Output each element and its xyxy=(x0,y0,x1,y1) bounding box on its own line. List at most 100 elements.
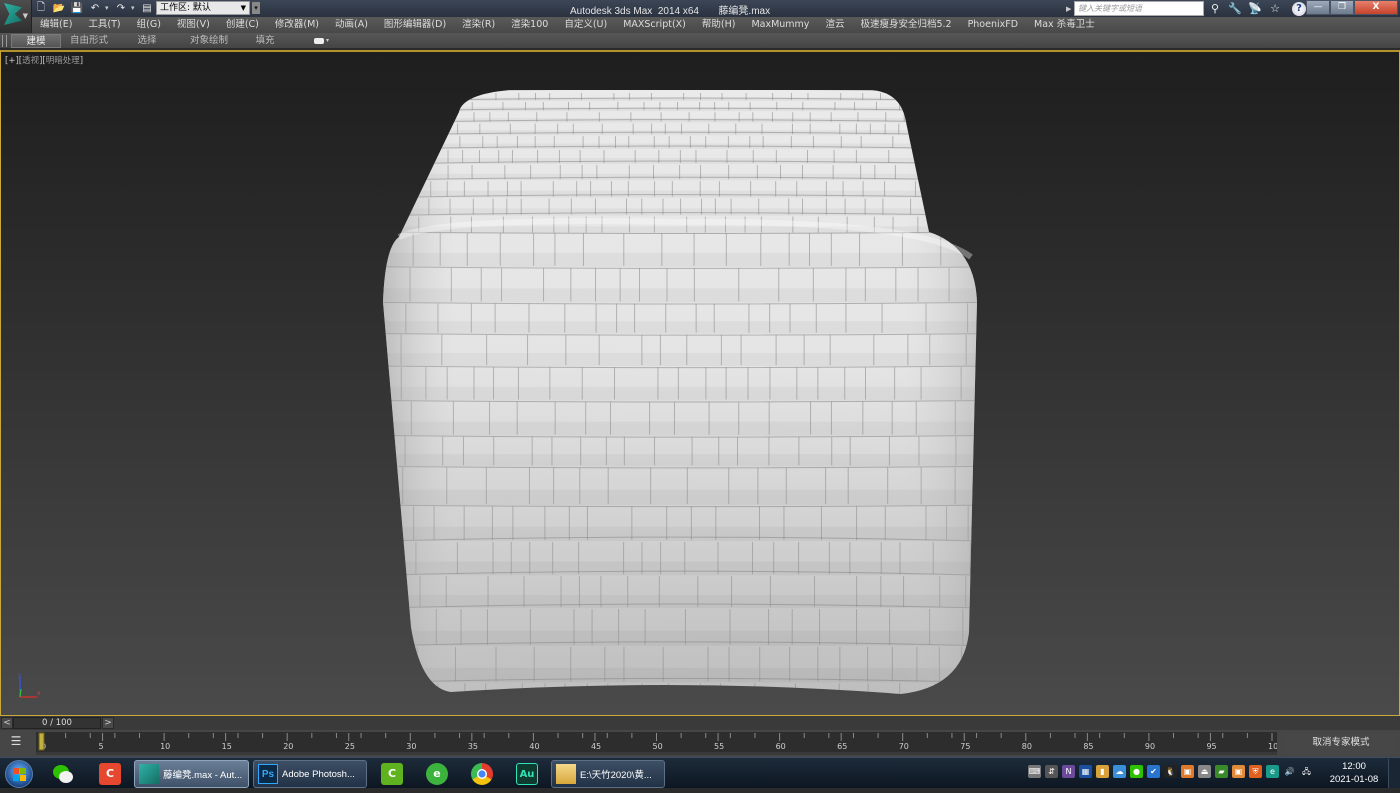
notification-icon[interactable]: ▣ xyxy=(1181,765,1194,778)
mini-curve-editor-toggle-icon[interactable]: ☰ xyxy=(6,734,26,750)
menu-item[interactable]: 渲云 xyxy=(817,17,852,33)
time-slider-next-button[interactable]: > xyxy=(102,717,114,729)
quick-access-toolbar: 🗋 📂 💾 ↶ ▾ ↷ ▾ ▤ xyxy=(33,0,155,16)
undo-dropdown-icon[interactable]: ▾ xyxy=(105,4,111,12)
qq-icon[interactable]: 🐧 xyxy=(1164,765,1177,778)
star-icon[interactable]: ☆ xyxy=(1266,1,1284,16)
media-icon[interactable]: ▣ xyxy=(1232,765,1245,778)
ribbon-tab[interactable]: 对象绘制 xyxy=(177,34,241,48)
timeline-tick-label: 70 xyxy=(899,742,909,751)
task-photoshop[interactable]: Ps Adobe Photosh... xyxy=(253,760,367,788)
exit-expert-mode-button[interactable]: 取消专家模式 xyxy=(1286,732,1396,754)
undo-icon[interactable]: ↶ xyxy=(87,1,103,15)
usb-icon[interactable]: ▮ xyxy=(1096,765,1109,778)
save-icon[interactable]: 💾 xyxy=(69,1,85,15)
menu-item[interactable]: 视图(V) xyxy=(169,17,218,33)
new-file-icon[interactable]: 🗋 xyxy=(33,1,49,15)
workspace-value: 工作区: 默认 xyxy=(160,3,211,13)
workspace-select[interactable]: 工作区: 默认 ▼ xyxy=(156,1,250,15)
camtasia-green-icon[interactable]: C xyxy=(381,763,403,785)
menu-item[interactable]: MaxMummy xyxy=(743,17,817,33)
menu-item[interactable]: 组(G) xyxy=(129,17,169,33)
ribbon-tab[interactable]: 选择 xyxy=(117,34,177,48)
task-explorer[interactable]: E:\天竹2020\黄... xyxy=(551,760,665,788)
ribbon-grip-handle[interactable] xyxy=(2,35,7,47)
woven-stool-model[interactable] xyxy=(381,82,981,694)
satellite-icon[interactable]: 📡 xyxy=(1246,1,1264,16)
menu-item[interactable]: 渲染(R) xyxy=(454,17,503,33)
browser-e-icon[interactable]: e xyxy=(1266,765,1279,778)
taskbar-clock[interactable]: 12:00 2021-01-08 xyxy=(1322,760,1386,786)
baidu-cloud-icon[interactable]: ☁ xyxy=(1113,765,1126,778)
show-desktop-button[interactable] xyxy=(1388,759,1400,788)
perspective-viewport[interactable]: [+][透视][明暗处理] z x xyxy=(0,50,1400,716)
project-folder-icon[interactable]: ▤ xyxy=(139,1,155,15)
network-icon[interactable]: 🖧 xyxy=(1300,765,1313,778)
menu-item[interactable]: 编辑(E) xyxy=(32,17,80,33)
volume-icon[interactable]: 🔊 xyxy=(1283,765,1296,778)
infocenter: ▶ 键入关键字或短语 ⚲ 🔧 📡 ☆ ? ▾ xyxy=(1066,1,1313,16)
menu-item[interactable]: PhoenixFD xyxy=(960,17,1026,33)
ribbon-tab[interactable]: 自由形式 xyxy=(61,34,117,48)
photoshop-app-icon: Ps xyxy=(258,764,278,784)
menu-item[interactable]: Max 杀毒卫士 xyxy=(1026,17,1103,33)
folder-icon xyxy=(556,764,576,784)
nvidia-icon[interactable]: ▰ xyxy=(1215,765,1228,778)
wrench-icon[interactable]: 🔧 xyxy=(1226,1,1244,16)
keyboard-icon[interactable]: ⌨ xyxy=(1028,765,1041,778)
chrome-icon[interactable] xyxy=(471,763,493,785)
binoculars-icon[interactable]: ⚲ xyxy=(1206,1,1224,16)
menu-item[interactable]: 图形编辑器(D) xyxy=(376,17,454,33)
search-input[interactable]: 键入关键字或短语 xyxy=(1074,1,1204,16)
restore-button[interactable]: ❐ xyxy=(1330,0,1354,15)
app-name: Autodesk 3ds Max 2014 x64 xyxy=(570,6,699,17)
menu-item[interactable]: 修改器(M) xyxy=(267,17,327,33)
application-menu-button[interactable]: ▼ xyxy=(0,0,32,33)
menu-item[interactable]: 动画(A) xyxy=(327,17,376,33)
open-folder-icon[interactable]: 📂 xyxy=(51,1,67,15)
viewport-view-menu[interactable]: 透视 xyxy=(22,56,39,66)
ribbon: 建模 自由形式 选择 对象绘制 填充 ▾ xyxy=(0,33,1400,49)
timeline-ruler[interactable]: 0510152025303540455055606570758085909510… xyxy=(36,732,1277,755)
wechat-icon[interactable] xyxy=(52,763,74,785)
viewport-menu-plus[interactable]: [+] xyxy=(5,56,19,66)
ie-green-icon[interactable]: e xyxy=(426,763,448,785)
menu-item[interactable]: 工具(T) xyxy=(80,17,128,33)
menu-item[interactable]: 创建(C) xyxy=(218,17,267,33)
time-slider-thumb[interactable]: 0 / 100 xyxy=(13,717,101,729)
task-3dsmax[interactable]: 藤编凳.max - Aut... xyxy=(134,760,249,788)
ribbon-minimize-toggle[interactable]: ▾ xyxy=(314,37,329,44)
menu-item[interactable]: 自定义(U) xyxy=(556,17,615,33)
ribbon-tab[interactable]: 建模 xyxy=(11,34,61,48)
timeline-tick-label: 75 xyxy=(960,742,970,751)
security-icon[interactable]: ✔ xyxy=(1147,765,1160,778)
menu-item[interactable]: 渲染100 xyxy=(503,17,556,33)
menu-item[interactable]: MAXScript(X) xyxy=(615,17,694,33)
cpu-icon[interactable]: ▦ xyxy=(1079,765,1092,778)
start-button[interactable] xyxy=(5,760,33,788)
title-bar: 🗋 📂 💾 ↶ ▾ ↷ ▾ ▤ 工作区: 默认 ▼ ▾ Autodesk 3ds… xyxy=(0,0,1400,17)
shield-icon[interactable]: ⛨ xyxy=(1249,765,1262,778)
quick-access-more-button[interactable]: ▾ xyxy=(252,2,260,14)
current-frame-marker[interactable] xyxy=(38,732,45,751)
menu-item[interactable]: 极速瘦身安全归档5.2 xyxy=(852,17,959,33)
wechat-tray-icon[interactable]: ● xyxy=(1130,765,1143,778)
audition-icon[interactable]: Au xyxy=(516,763,538,785)
chevron-down-icon: ▼ xyxy=(22,12,28,20)
chevron-down-icon: ▼ xyxy=(240,4,246,12)
nvidia-tray-icon[interactable]: N xyxy=(1062,765,1075,778)
minimize-button[interactable]: — xyxy=(1306,0,1330,15)
input-method-icon[interactable]: ⇵ xyxy=(1045,765,1058,778)
usb-eject-icon[interactable]: ⏏ xyxy=(1198,765,1211,778)
timeline-tick-label: 30 xyxy=(406,742,416,751)
viewport-shading-menu[interactable]: 明暗处理 xyxy=(46,56,80,66)
ribbon-tab[interactable]: 填充 xyxy=(241,34,289,48)
expand-search-icon[interactable]: ▶ xyxy=(1066,2,1074,16)
time-slider-prev-button[interactable]: < xyxy=(1,717,13,729)
redo-icon[interactable]: ↷ xyxy=(113,1,129,15)
close-button[interactable]: X xyxy=(1354,0,1398,15)
redo-dropdown-icon[interactable]: ▾ xyxy=(131,4,137,12)
camtasia-red-icon[interactable]: C xyxy=(99,763,121,785)
window-controls: — ❐ X xyxy=(1306,0,1398,15)
menu-item[interactable]: 帮助(H) xyxy=(694,17,744,33)
